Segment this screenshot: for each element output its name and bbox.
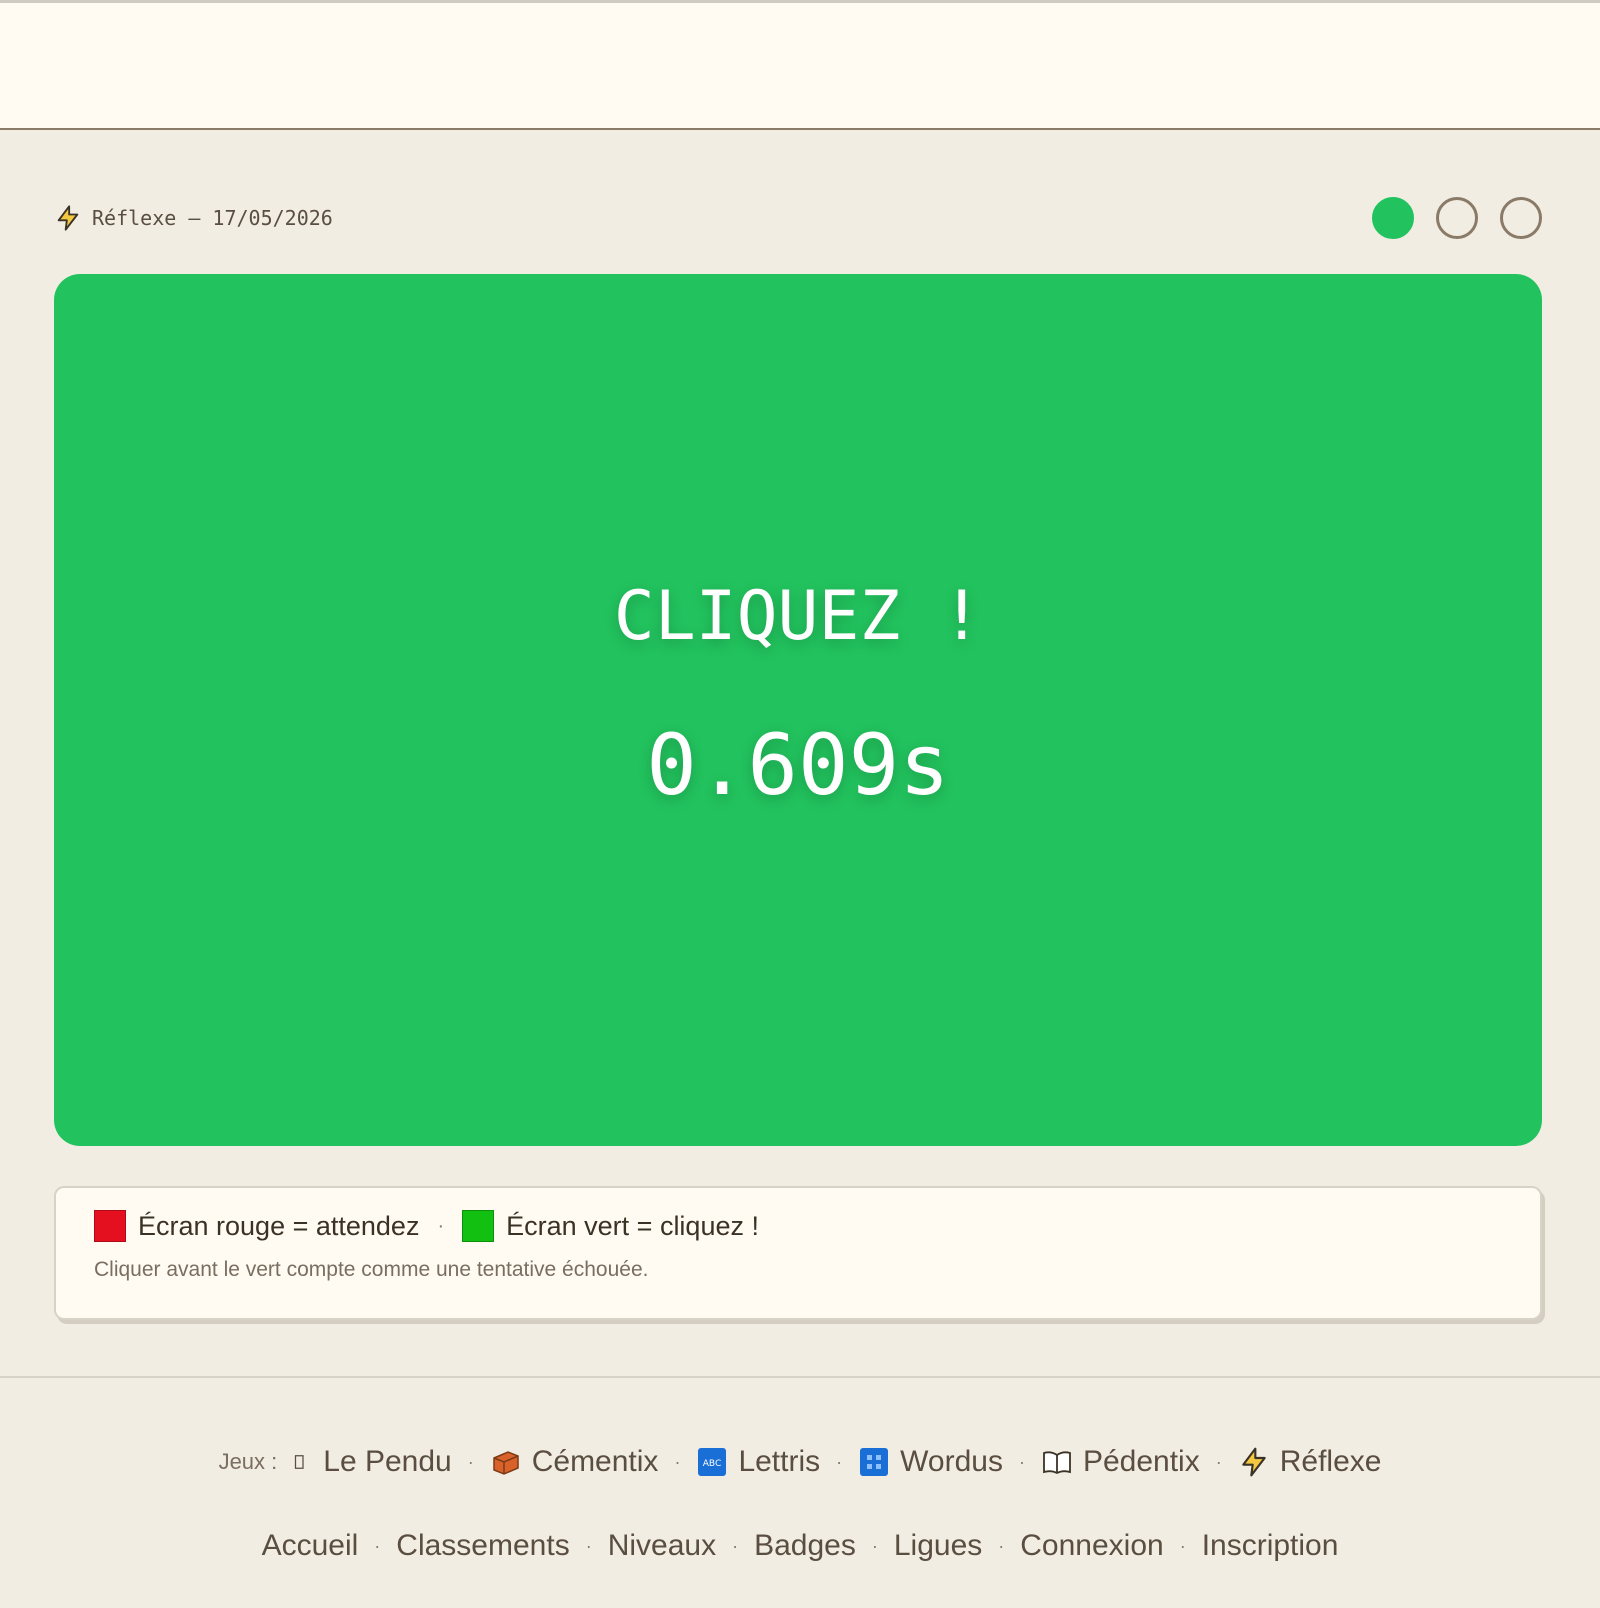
green-square-icon xyxy=(462,1210,495,1242)
game-link-pedentix[interactable]: Pédentix xyxy=(1041,1445,1200,1479)
attempt-dot-1 xyxy=(1372,197,1414,239)
footer-games: Jeux : Le Pendu · Cémentix · ABC Lettris… xyxy=(0,1440,1600,1484)
rules-box: Écran rouge = attendez · Écran vert = cl… xyxy=(54,1186,1542,1320)
game-link-lettris[interactable]: ABC Lettris xyxy=(696,1445,820,1479)
separator-dot: · xyxy=(1215,1451,1222,1472)
play-message: CLIQUEZ ! xyxy=(613,576,983,656)
nav-link-connexion[interactable]: Connexion xyxy=(1020,1529,1163,1563)
svg-text:ABC: ABC xyxy=(703,1459,721,1469)
rule-red-text: Écran rouge = attendez xyxy=(138,1210,420,1241)
footer-nav: Accueil · Classements · Niveaux · Badges… xyxy=(0,1524,1600,1568)
reaction-play-area[interactable]: CLIQUEZ ! 0.609s xyxy=(54,274,1542,1146)
nav-link-classements[interactable]: Classements xyxy=(396,1529,569,1563)
rule-green-text: Écran vert = cliquez ! xyxy=(506,1210,759,1241)
game-link-label: Lettris xyxy=(738,1445,821,1478)
separator-dot: · xyxy=(437,1214,445,1237)
attempt-indicators xyxy=(1372,197,1542,239)
game-title: Réflexe — 17/05/2026 xyxy=(54,204,333,232)
brick-icon xyxy=(492,1451,519,1475)
grid-tile-icon xyxy=(860,1448,889,1476)
top-bar xyxy=(0,0,1600,130)
lightning-bolt-icon xyxy=(1241,1447,1266,1477)
game-link-label: Réflexe xyxy=(1279,1445,1382,1478)
game-link-wordus[interactable]: Wordus xyxy=(858,1445,1003,1479)
separator-dot: · xyxy=(998,1535,1005,1556)
red-square-icon xyxy=(94,1210,126,1242)
separator-dot: · xyxy=(732,1535,739,1556)
game-link-label: Cémentix xyxy=(531,1445,659,1478)
separator-dot: · xyxy=(374,1535,381,1556)
game-link-label: Pédentix xyxy=(1082,1445,1200,1478)
attempt-dot-3 xyxy=(1500,197,1542,239)
nav-link-accueil[interactable]: Accueil xyxy=(262,1529,359,1563)
open-book-icon xyxy=(1043,1451,1071,1475)
game-title-text: Réflexe — 17/05/2026 xyxy=(92,206,333,230)
nav-link-niveaux[interactable]: Niveaux xyxy=(608,1529,716,1563)
separator-dot: · xyxy=(674,1451,681,1472)
letters-tile-icon: ABC xyxy=(698,1448,727,1476)
separator-dot: · xyxy=(871,1535,878,1556)
attempt-dot-2 xyxy=(1436,197,1478,239)
reaction-time: 0.609s xyxy=(646,715,950,814)
footer-divider xyxy=(0,1376,1600,1378)
placeholder-box-icon xyxy=(295,1455,304,1469)
game-header: Réflexe — 17/05/2026 xyxy=(54,196,1542,240)
nav-link-badges[interactable]: Badges xyxy=(754,1529,856,1563)
rules-note: Cliquer avant le vert compte comme une t… xyxy=(94,1258,649,1281)
separator-dot: · xyxy=(1179,1535,1186,1556)
game-link-le-pendu[interactable]: Le Pendu xyxy=(293,1445,452,1479)
nav-link-ligues[interactable]: Ligues xyxy=(894,1529,982,1563)
game-link-label: Le Pendu xyxy=(323,1445,452,1478)
separator-dot: · xyxy=(467,1451,474,1472)
game-link-cementix[interactable]: Cémentix xyxy=(490,1445,659,1479)
rules-line: Écran rouge = attendez · Écran vert = cl… xyxy=(94,1210,1502,1242)
game-link-reflexe[interactable]: Réflexe xyxy=(1238,1445,1382,1479)
lightning-bolt-icon xyxy=(57,205,79,231)
game-link-label: Wordus xyxy=(900,1445,1003,1478)
games-label: Jeux : xyxy=(218,1449,278,1474)
separator-dot: · xyxy=(836,1451,843,1472)
nav-link-inscription[interactable]: Inscription xyxy=(1202,1529,1339,1563)
separator-dot: · xyxy=(1018,1451,1025,1472)
separator-dot: · xyxy=(585,1535,592,1556)
